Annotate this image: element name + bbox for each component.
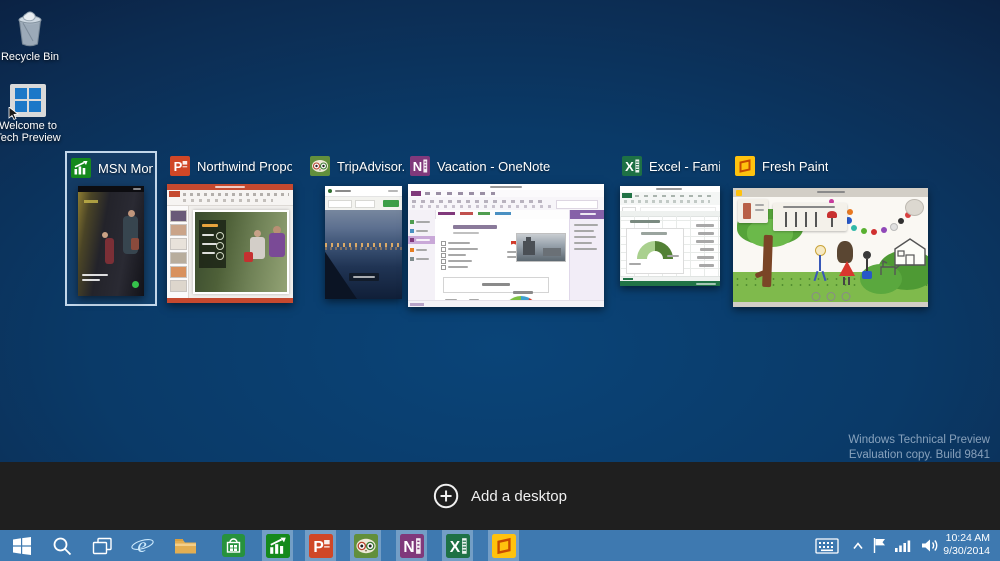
msn-money-icon	[265, 533, 290, 558]
windows-task-view-screen: Recycle Bin Welcome to Tech Preview MSN …	[0, 0, 1000, 561]
recycle-bin-icon	[18, 11, 42, 47]
desktop-icon-welcome-tech-preview[interactable]: Welcome to Tech Preview	[0, 84, 64, 144]
svg-text:P: P	[313, 539, 323, 556]
welcome-tile-icon	[8, 84, 46, 120]
task-view-window-msn-money[interactable]: MSN Mon...	[65, 151, 157, 306]
svg-text:P: P	[174, 159, 183, 174]
window-title-row: X Excel - Family...	[622, 155, 720, 177]
svg-text:X: X	[449, 539, 460, 556]
task-view-window-tripadvisor[interactable]: TripAdvisor...	[306, 151, 408, 303]
powerpoint-icon: P	[308, 533, 333, 558]
volume-button[interactable]	[916, 530, 942, 561]
tripadvisor-icon	[310, 156, 330, 176]
keyboard-icon	[815, 537, 839, 554]
plus-circle-icon	[433, 483, 459, 509]
desktop-icon-recycle-bin[interactable]: Recycle Bin	[0, 8, 66, 63]
svg-text:X: X	[625, 159, 634, 174]
window-thumbnail-tripadvisor[interactable]	[325, 186, 402, 299]
excel-icon: X	[622, 156, 642, 176]
window-thumbnail-excel[interactable]	[620, 186, 720, 286]
task-view-window-onenote[interactable]: N Vacation - OneNote	[406, 151, 606, 309]
task-view-window-powerpoint[interactable]: P Northwind Proposa...	[166, 151, 294, 306]
touch-keyboard-button[interactable]	[810, 530, 844, 561]
window-thumbnail-onenote[interactable]	[408, 184, 604, 307]
tripadvisor-icon	[353, 533, 378, 558]
window-thumbnail-fresh-paint[interactable]	[733, 188, 928, 307]
taskbar: e P N X 10:24 AM 9/30/2014	[0, 530, 1000, 561]
clock-time: 10:24 AM	[945, 532, 990, 544]
window-title-row: Fresh Paint	[735, 155, 929, 177]
taskbar-app-powerpoint[interactable]: P	[305, 530, 336, 561]
internet-explorer-icon: e	[130, 533, 154, 557]
task-view-button[interactable]	[84, 530, 120, 561]
taskbar-app-onenote[interactable]: N	[396, 530, 427, 561]
window-title: Vacation - OneNote	[437, 158, 551, 174]
network-icon	[894, 540, 910, 552]
window-title-row: TripAdvisor...	[310, 155, 406, 177]
onenote-icon: N	[399, 533, 424, 558]
fresh-paint-icon	[491, 533, 516, 558]
window-title: Excel - Family...	[649, 158, 720, 174]
taskbar-app-excel[interactable]: X	[442, 530, 473, 561]
task-view-window-excel[interactable]: X Excel - Family...	[618, 151, 722, 291]
flag-icon	[873, 538, 885, 553]
excel-icon: X	[445, 533, 470, 558]
task-view-window-fresh-paint[interactable]: Fresh Paint	[731, 151, 931, 308]
clock[interactable]: 10:24 AM 9/30/2014	[943, 532, 990, 559]
onenote-icon: N	[410, 156, 430, 176]
watermark-line2: Evaluation copy. Build 9841	[848, 449, 990, 461]
start-button[interactable]	[4, 530, 40, 561]
desktop-icon-label: Recycle Bin	[0, 51, 60, 63]
file-explorer-icon	[174, 538, 196, 553]
svg-text:e: e	[137, 533, 146, 557]
cursor-icon	[8, 107, 19, 120]
fresh-paint-icon	[735, 156, 755, 176]
window-title: Fresh Paint	[762, 158, 829, 174]
search-button[interactable]	[44, 530, 80, 561]
store-button[interactable]	[214, 530, 252, 561]
window-title: MSN Mon...	[98, 160, 153, 176]
add-desktop-label: Add a desktop	[471, 487, 567, 505]
start-icon	[13, 536, 31, 555]
house-doodle	[894, 238, 926, 266]
clock-date: 9/30/2014	[943, 545, 990, 557]
internet-explorer-button[interactable]: e	[124, 530, 160, 561]
add-desktop-button[interactable]: Add a desktop	[433, 483, 567, 509]
window-title-row: P Northwind Proposa...	[170, 155, 292, 177]
watermark-line1: Windows Technical Preview	[848, 434, 990, 446]
taskbar-app-msn-money[interactable]	[262, 530, 293, 561]
window-thumbnail-msn-money[interactable]	[78, 186, 144, 296]
taskbar-app-fresh-paint[interactable]	[488, 530, 519, 561]
svg-text:N: N	[403, 539, 414, 556]
desktops-bar: Add a desktop	[0, 462, 1000, 530]
taskbar-app-tripadvisor[interactable]	[350, 530, 381, 561]
window-title-row: N Vacation - OneNote	[410, 155, 604, 177]
store-icon	[221, 534, 245, 557]
task-view-icon	[92, 537, 112, 554]
svg-text:N: N	[413, 159, 422, 174]
powerpoint-icon: P	[170, 156, 190, 176]
window-thumbnail-powerpoint[interactable]	[167, 184, 293, 303]
window-title: TripAdvisor...	[337, 158, 406, 174]
window-title-row: MSN Mon...	[71, 157, 153, 179]
show-hidden-icons-button[interactable]	[848, 530, 868, 561]
search-icon	[53, 537, 72, 555]
network-button[interactable]	[890, 530, 914, 561]
action-center-button[interactable]	[868, 530, 890, 561]
msn-money-icon	[71, 158, 91, 178]
desktop-icon-label: Welcome to	[0, 120, 57, 132]
chevron-up-icon	[853, 541, 863, 549]
desktop-icon-label: Tech Preview	[0, 132, 61, 144]
windows-watermark: Windows Technical Preview Evaluation cop…	[848, 433, 990, 463]
file-explorer-button[interactable]	[166, 530, 204, 561]
volume-icon	[921, 539, 937, 552]
window-title: Northwind Proposa...	[197, 158, 292, 174]
